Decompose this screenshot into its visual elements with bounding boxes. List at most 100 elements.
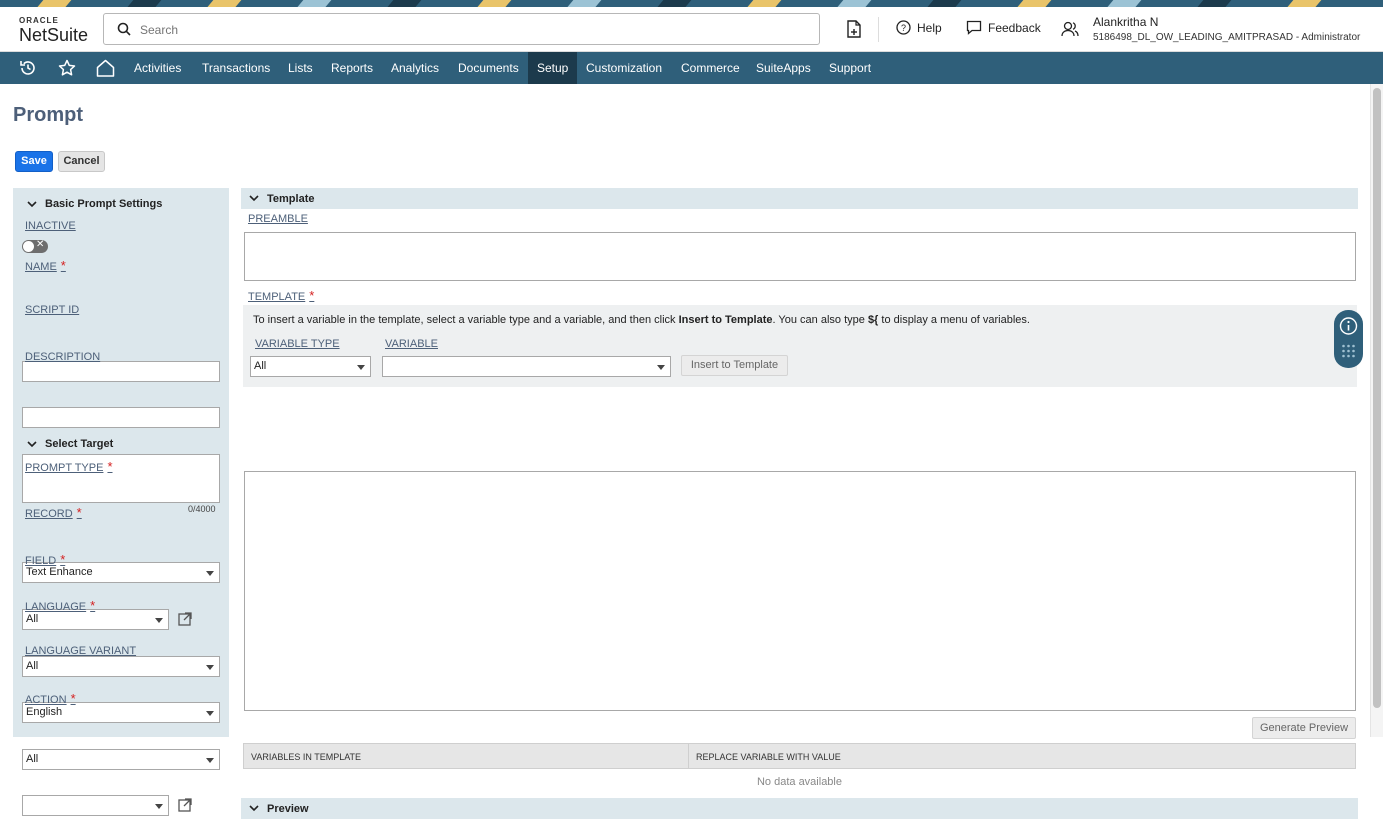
name-label: NAME * <box>25 258 66 273</box>
required-marker: * <box>60 552 66 567</box>
page-title: Prompt <box>13 104 83 126</box>
preamble-label: PREAMBLE <box>248 213 308 225</box>
main-nav: Activities Transactions Lists Reports An… <box>0 52 1383 84</box>
save-button[interactable]: Save <box>15 151 53 172</box>
caret-down-icon <box>155 804 163 809</box>
template-textarea[interactable] <box>244 471 1356 711</box>
nav-reports[interactable]: Reports <box>322 52 382 84</box>
grid-dots-icon[interactable] <box>1334 342 1363 364</box>
inactive-label: INACTIVE <box>25 220 76 232</box>
preview-section-title: Preview <box>267 802 309 815</box>
field-value: All <box>26 660 39 672</box>
user-roles-icon[interactable] <box>1061 21 1079 37</box>
nav-analytics[interactable]: Analytics <box>382 52 448 84</box>
description-counter: 0/4000 <box>188 504 216 514</box>
help-text-part: To insert a variable in the template, se… <box>253 314 679 326</box>
help-icon: ? <box>896 20 911 35</box>
logo-netsuite-text: NetSuite <box>19 25 89 45</box>
inactive-toggle[interactable]: ✕ <box>22 239 48 253</box>
field-select[interactable]: All <box>22 656 220 677</box>
template-panel: Template PREAMBLE TEMPLATE * To insert a … <box>241 188 1358 819</box>
language-variant-select[interactable]: All <box>22 749 220 770</box>
favorites-star-icon[interactable] <box>58 59 76 77</box>
nav-activities[interactable]: Activities <box>125 52 190 84</box>
template-section-header[interactable]: Template <box>241 188 1358 209</box>
open-action-icon[interactable] <box>175 795 196 816</box>
feedback-label: Feedback <box>988 20 1041 35</box>
required-marker: * <box>70 691 76 706</box>
nav-commerce[interactable]: Commerce <box>672 52 749 84</box>
help-text-bold: ${ <box>867 314 879 326</box>
page-scrollbar[interactable] <box>1370 84 1383 737</box>
variable-insert-box: To insert a variable in the template, se… <box>243 305 1357 387</box>
help-text-bold: Insert to Template <box>678 314 773 326</box>
template-label: TEMPLATE * <box>248 288 314 303</box>
preview-section-header[interactable]: Preview <box>241 798 1358 819</box>
script-id-label: SCRIPT ID <box>25 304 80 316</box>
caret-down-icon <box>206 665 214 670</box>
search-input[interactable] <box>140 20 800 40</box>
help-label: Help <box>917 20 942 35</box>
feedback-icon <box>966 20 982 35</box>
language-label: LANGUAGE * <box>25 598 95 613</box>
action-label-text: ACTION <box>25 694 67 706</box>
basic-settings-header[interactable]: Basic Prompt Settings <box>27 198 162 210</box>
help-text-part: . You can also type <box>772 314 868 326</box>
language-value: English <box>26 706 63 718</box>
action-select[interactable] <box>22 795 169 816</box>
recent-records-icon[interactable] <box>846 20 862 38</box>
nav-documents[interactable]: Documents <box>449 52 528 84</box>
variable-label: VARIABLE <box>385 338 438 350</box>
required-marker: * <box>107 459 113 474</box>
global-search[interactable] <box>103 13 820 45</box>
variable-select[interactable] <box>382 356 671 377</box>
recent-history-icon[interactable] <box>19 59 37 77</box>
chevron-down-icon <box>27 440 37 447</box>
language-variant-value: All <box>26 753 39 765</box>
toggle-off-icon: ✕ <box>36 239 45 250</box>
top-bar: ORACLE NetSuite ? Help Feedback Alankrit… <box>0 7 1383 52</box>
cancel-button[interactable]: Cancel <box>58 151 105 172</box>
template-help-text: To insert a variable in the template, se… <box>253 314 1030 326</box>
caret-down-icon <box>155 618 163 623</box>
user-role: 5186498_DL_OW_LEADING_AMITPRASAD - Admin… <box>1093 32 1361 43</box>
nav-suiteapps[interactable]: SuiteApps <box>747 52 820 84</box>
nav-customization[interactable]: Customization <box>577 52 671 84</box>
netsuite-logo[interactable]: ORACLE NetSuite <box>19 16 88 44</box>
chevron-down-icon <box>27 200 37 207</box>
select-target-header[interactable]: Select Target <box>27 438 113 450</box>
nav-lists[interactable]: Lists <box>279 52 322 84</box>
user-menu[interactable]: Alankritha N 5186498_DL_OW_LEADING_AMITP… <box>1093 15 1360 43</box>
logo-oracle-text: ORACLE <box>19 16 59 25</box>
field-label: FIELD * <box>25 552 65 567</box>
preamble-textarea[interactable] <box>244 232 1356 281</box>
template-label-text: TEMPLATE <box>248 291 306 303</box>
open-record-icon[interactable] <box>175 609 196 630</box>
info-icon[interactable] <box>1334 312 1363 341</box>
variables-table-header: VARIABLES IN TEMPLATE REPLACE VARIABLE W… <box>243 743 1356 769</box>
nav-transactions[interactable]: Transactions <box>193 52 279 84</box>
feedback-link[interactable]: Feedback <box>966 20 1041 35</box>
name-input[interactable] <box>22 361 220 382</box>
home-icon[interactable] <box>96 59 115 77</box>
variables-empty-state: No data available <box>756 776 842 788</box>
caret-down-icon <box>657 365 665 370</box>
script-id-input[interactable] <box>22 407 220 428</box>
variable-type-label: VARIABLE TYPE <box>255 338 340 350</box>
field-label-text: FIELD <box>25 555 57 567</box>
chevron-down-icon <box>249 195 259 202</box>
nav-setup[interactable]: Setup <box>528 52 578 84</box>
nav-support[interactable]: Support <box>820 52 880 84</box>
help-link[interactable]: ? Help <box>896 20 942 35</box>
generate-preview-button[interactable]: Generate Preview <box>1252 717 1356 739</box>
variable-type-select[interactable]: All <box>250 356 371 377</box>
scrollbar-thumb[interactable] <box>1373 88 1381 708</box>
toggle-knob <box>23 241 34 252</box>
floating-assistant-widget[interactable] <box>1334 310 1363 368</box>
toolbar-divider <box>878 17 879 42</box>
required-marker: * <box>309 288 315 303</box>
prompt-type-label-text: PROMPT TYPE <box>25 462 104 474</box>
record-label: RECORD * <box>25 505 82 520</box>
insert-to-template-button[interactable]: Insert to Template <box>681 355 788 376</box>
record-value: All <box>26 613 39 625</box>
